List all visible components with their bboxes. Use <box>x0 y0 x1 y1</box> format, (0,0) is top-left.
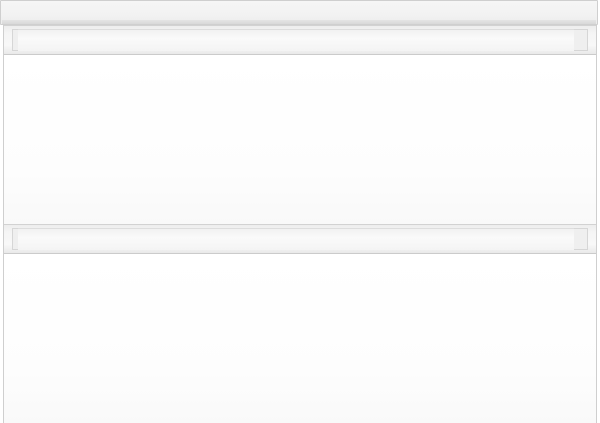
vanity-cabinet <box>3 25 597 423</box>
countertop <box>0 0 598 25</box>
countertop-edge <box>2 20 596 24</box>
groove-recess <box>18 228 582 250</box>
groove-lip-right <box>574 228 588 250</box>
lower-handle-groove <box>4 224 596 254</box>
groove-recess <box>18 29 582 51</box>
product-image <box>0 0 600 423</box>
upper-handle-groove <box>4 25 596 55</box>
lower-drawer-front <box>4 253 596 423</box>
upper-drawer-front <box>4 54 596 225</box>
groove-lip-right <box>574 29 588 51</box>
